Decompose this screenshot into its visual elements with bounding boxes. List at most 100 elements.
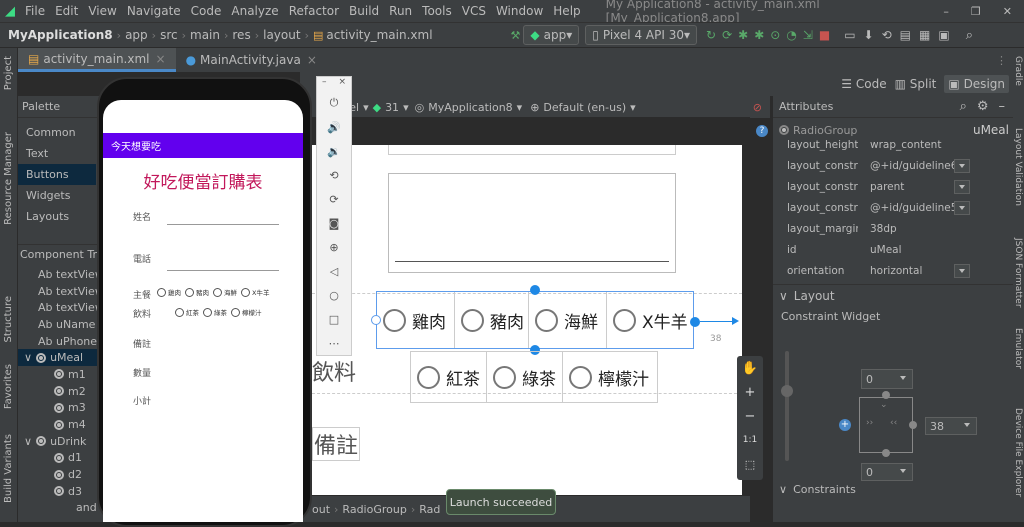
volume-down-icon[interactable]: 🔉 <box>317 139 351 163</box>
radio-icon[interactable] <box>157 287 166 297</box>
attr-value-field[interactable]: uMeal <box>858 244 950 256</box>
meal-option-radio[interactable]: 海鮮 <box>529 292 607 348</box>
rotate-left-icon[interactable]: ⟲ <box>317 163 351 187</box>
attr-value-field[interactable]: horizontal <box>858 265 950 277</box>
breadcrumb-app[interactable]: app <box>125 28 148 42</box>
radio-icon[interactable] <box>175 307 184 317</box>
debug-app-icon[interactable]: ✱ <box>754 28 764 42</box>
chevron-down-icon[interactable] <box>954 179 970 194</box>
minimize-icon[interactable]: – <box>322 77 327 91</box>
drink-option-radio[interactable]: 檸檬汁 <box>563 352 657 402</box>
tab-main-activity[interactable]: ● MainActivity.java × <box>176 48 327 72</box>
overview-icon[interactable]: □ <box>317 307 351 331</box>
stop-icon[interactable]: ■ <box>819 28 830 42</box>
attach-debugger-icon[interactable]: ⇲ <box>803 28 813 42</box>
drink-option-radio[interactable]: 紅茶 <box>411 352 487 402</box>
run-config-select[interactable]: ◆ app ▾ <box>523 25 580 45</box>
debug-icon[interactable]: ✱ <box>738 28 748 42</box>
attr-value-field[interactable]: 38dp <box>858 223 950 235</box>
attr-value-field[interactable]: parent <box>858 181 950 193</box>
radio-icon[interactable] <box>185 287 194 297</box>
palette-category-text[interactable]: Text <box>18 143 96 164</box>
rotate-right-icon[interactable]: ⟳ <box>317 187 351 211</box>
apply-changes-icon[interactable]: ↻ <box>706 28 716 42</box>
volume-up-icon[interactable]: 🔊 <box>317 115 351 139</box>
name-input[interactable] <box>167 224 279 225</box>
right-constraint-handle[interactable] <box>690 317 700 327</box>
bias-slider[interactable] <box>785 351 789 461</box>
launch-toast[interactable]: Launch succeeded <box>446 489 556 515</box>
coverage-icon[interactable]: ⊙ <box>770 28 780 42</box>
menu-file[interactable]: File <box>20 4 50 18</box>
palette-category-common[interactable]: Common <box>18 122 96 143</box>
favorites-tool-tab[interactable]: Favorites <box>3 364 14 409</box>
emulator-screen[interactable]: 今天想要吃 好吃便當訂購表 姓名 電話 主餐 雞肉 豬肉 海鮮 X牛羊 飲料 紅… <box>103 100 303 522</box>
zoom-actual-size-button[interactable]: 1:1 <box>737 428 763 452</box>
path-item[interactable]: RadioGroup <box>342 503 406 516</box>
view-design-button[interactable]: ▣ Design <box>944 75 1009 93</box>
layout-section-header[interactable]: ∨ Layout <box>773 284 1013 306</box>
meal-option-radio[interactable]: X牛羊 <box>607 292 693 348</box>
more-icon[interactable]: ⋯ <box>317 331 351 355</box>
structure-icon[interactable]: ▦ <box>919 28 930 42</box>
api-level[interactable]: 31 <box>385 101 399 114</box>
zoom-fit-icon[interactable]: ⬚ <box>737 452 763 476</box>
chevron-down-icon[interactable] <box>954 158 970 173</box>
menu-code[interactable]: Code <box>186 4 227 18</box>
meal-option-radio[interactable]: 雞肉 <box>377 292 455 348</box>
meal-option-radio[interactable]: 豬肉 <box>455 292 529 348</box>
search-attributes-icon[interactable]: ⌕ <box>960 99 967 114</box>
margin-top-select[interactable]: 0 <box>861 369 913 389</box>
menu-vcs[interactable]: VCS <box>457 4 491 18</box>
radio-icon[interactable] <box>213 287 222 297</box>
umeal-radiogroup[interactable]: 雞肉 豬肉 海鮮 X牛羊 <box>376 291 694 349</box>
zoom-out-button[interactable]: − <box>737 404 763 428</box>
gradle-sync-icon[interactable]: ⟲ <box>882 28 892 42</box>
margin-right-select[interactable]: 38 <box>925 417 977 435</box>
minimize-icon[interactable]: – <box>943 5 949 18</box>
zoom-in-button[interactable]: + <box>737 380 763 404</box>
top-constraint-handle[interactable] <box>530 285 540 295</box>
settings-icon[interactable]: ⚙ <box>977 99 989 114</box>
bottom-constraint-dot[interactable] <box>882 449 890 457</box>
chevron-down-icon[interactable] <box>954 200 970 215</box>
top-constraint-dot[interactable] <box>882 391 890 399</box>
gradle-tool-tab[interactable]: Gradle <box>1013 56 1023 86</box>
device-manager-icon[interactable]: ▭ <box>844 28 855 42</box>
breadcrumb-project[interactable]: MyApplication8 <box>8 28 113 42</box>
help-icon[interactable]: ? <box>756 125 768 137</box>
phone-input[interactable] <box>167 270 279 271</box>
emulator-tool-tab[interactable]: Emulator <box>1013 328 1023 369</box>
layout-validation-tool-tab[interactable]: Layout Validation <box>1013 128 1023 206</box>
more-tabs-icon[interactable]: ⋮ <box>990 54 1013 72</box>
search-icon[interactable]: ⌕ <box>966 28 973 43</box>
left-constraint-handle[interactable] <box>371 315 381 325</box>
close-icon[interactable]: ✕ <box>1003 5 1012 18</box>
close-tab-icon[interactable]: × <box>307 53 317 67</box>
palette-category-layouts[interactable]: Layouts <box>18 206 96 227</box>
zoom-icon[interactable]: ⊕ <box>317 235 351 259</box>
radio-icon[interactable] <box>241 287 250 297</box>
tab-activity-main[interactable]: ▤ activity_main.xml × <box>18 48 176 72</box>
margin-bottom-select[interactable]: 0 <box>861 463 913 481</box>
project-tool-tab[interactable]: Project <box>3 56 14 90</box>
radio-icon[interactable] <box>231 307 240 317</box>
back-icon[interactable]: ◁ <box>317 259 351 283</box>
udrink-radiogroup[interactable]: 紅茶 綠茶 檸檬汁 <box>410 351 658 403</box>
warning-icon[interactable]: ⊘ <box>753 101 762 114</box>
menu-analyze[interactable]: Analyze <box>226 4 283 18</box>
attr-value-field[interactable]: @+id/guideline5 <box>858 202 957 214</box>
radio-icon[interactable] <box>203 307 212 317</box>
chevron-down-icon[interactable] <box>954 263 970 278</box>
breadcrumb-file[interactable]: activity_main.xml <box>326 28 432 42</box>
close-icon[interactable]: × <box>338 77 346 91</box>
breadcrumb-src[interactable]: src <box>160 28 178 42</box>
theme-select[interactable]: MyApplication8 <box>428 101 512 114</box>
camera-icon[interactable]: ◙ <box>317 211 351 235</box>
structure-tool-tab[interactable]: Structure <box>3 296 14 343</box>
bias-slider-thumb[interactable] <box>781 385 793 397</box>
device-select[interactable]: ▯ Pixel 4 API 30 ▾ <box>585 25 697 45</box>
view-split-button[interactable]: ▥ Split <box>895 77 937 91</box>
menu-build[interactable]: Build <box>344 4 384 18</box>
menu-edit[interactable]: Edit <box>50 4 83 18</box>
